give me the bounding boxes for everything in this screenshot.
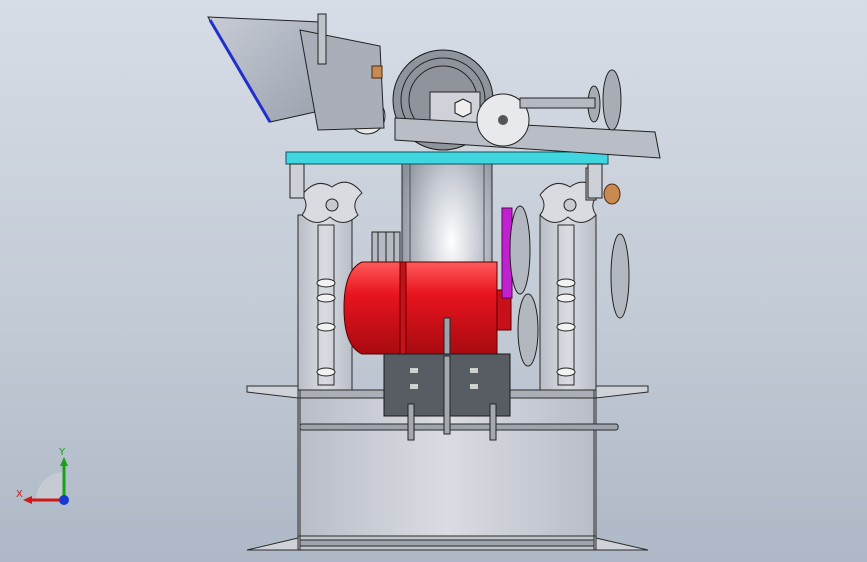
triad-y-label: Y <box>58 447 66 458</box>
hopper <box>207 13 385 131</box>
cad-viewport[interactable]: Y X <box>0 0 867 562</box>
left-pulley <box>371 231 401 267</box>
right-side-post <box>539 167 601 391</box>
triad-x-label: X <box>16 489 23 500</box>
machine-model: Y X <box>16 13 661 551</box>
electric-motor <box>343 261 512 357</box>
axis-triad: Y X <box>16 447 69 505</box>
